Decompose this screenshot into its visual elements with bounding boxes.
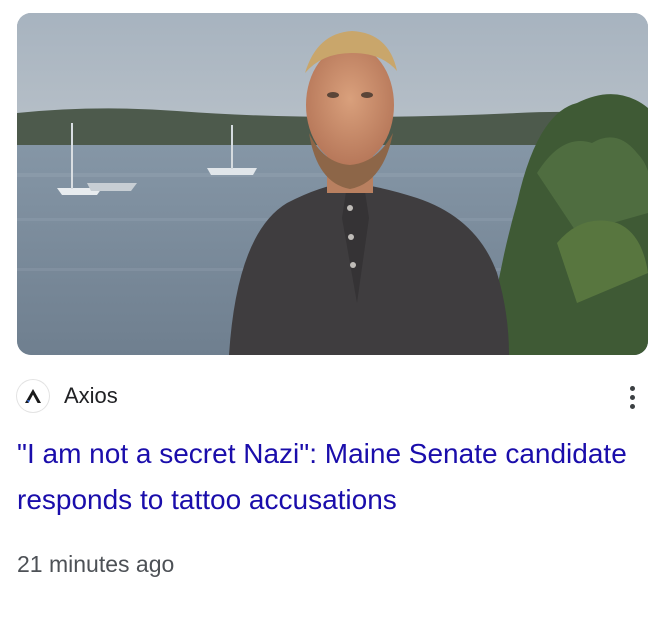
article-headline[interactable]: "I am not a secret Nazi": Maine Senate c… [17, 431, 648, 523]
news-card[interactable]: Axios "I am not a secret Nazi": Maine Se… [0, 0, 668, 620]
more-vert-icon[interactable] [620, 378, 644, 416]
article-thumbnail[interactable] [17, 13, 648, 355]
axios-logo-icon[interactable] [17, 380, 49, 412]
article-timestamp: 21 minutes ago [17, 551, 175, 577]
source-row: Axios [17, 378, 648, 414]
more-dot-middle [629, 394, 635, 400]
axios-logo-glyph [25, 389, 41, 403]
more-dot-top [629, 385, 635, 391]
more-dot-bottom [629, 403, 635, 409]
thumbnail-image [17, 13, 648, 355]
source-name[interactable]: Axios [64, 382, 118, 410]
